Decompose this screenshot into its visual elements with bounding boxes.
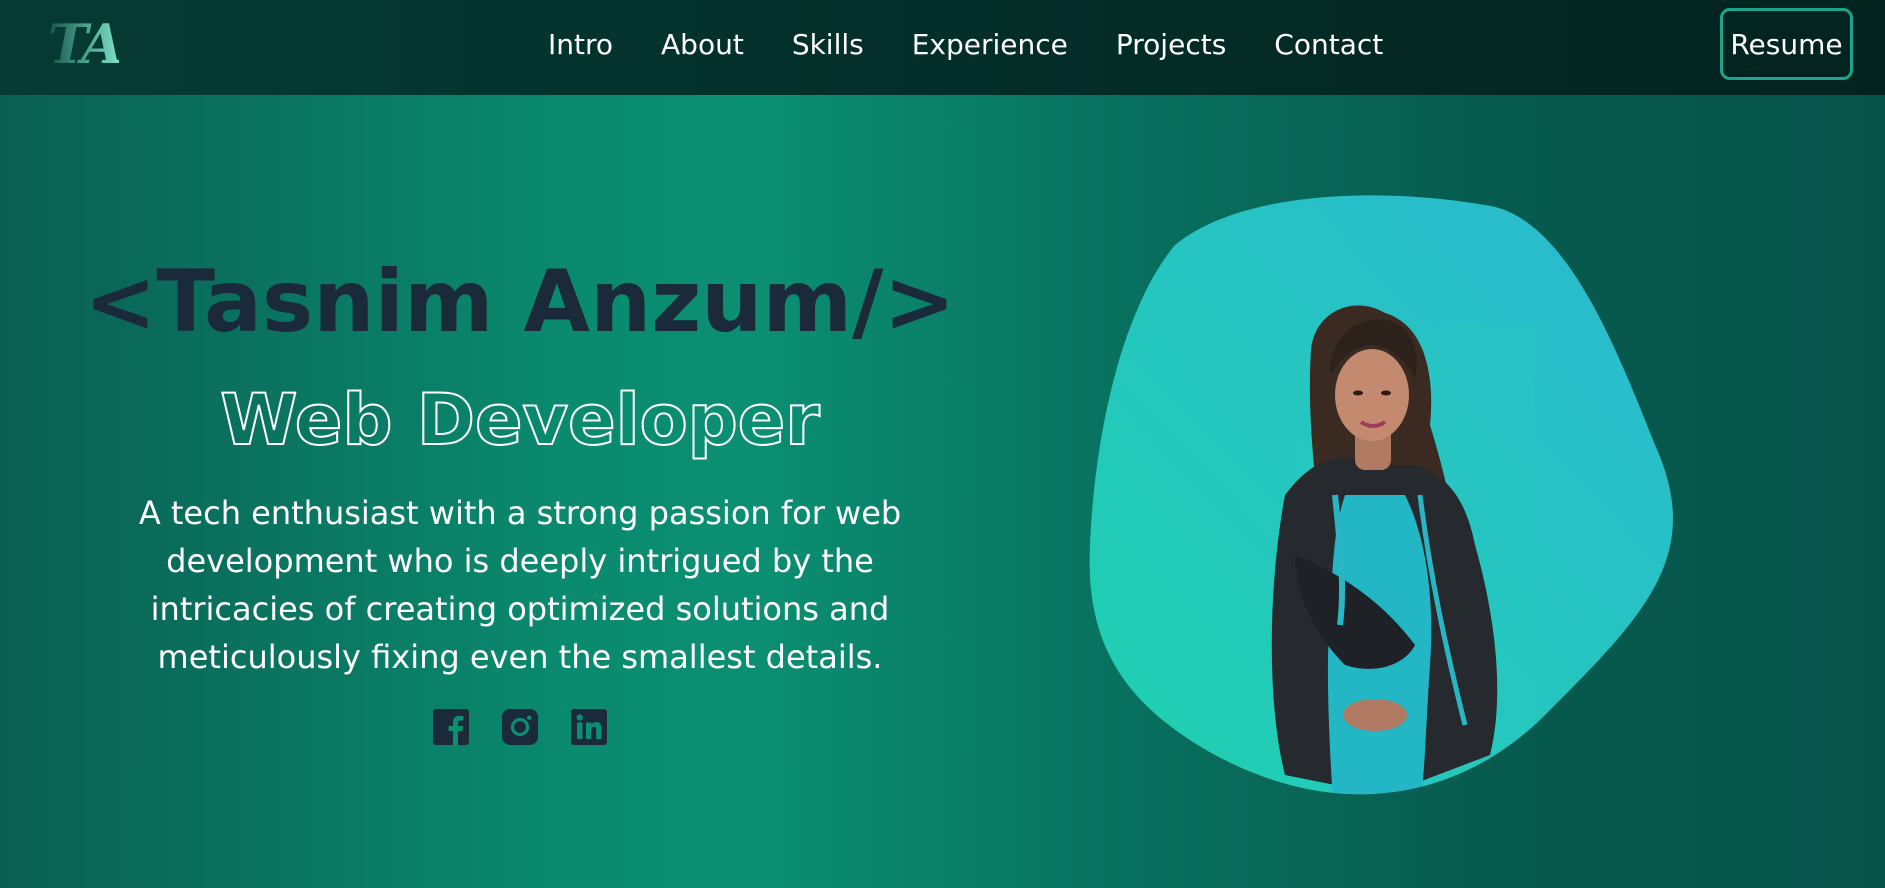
social-links (60, 708, 980, 745)
logo[interactable]: TA (48, 12, 123, 76)
nav-link-skills[interactable]: Skills (792, 28, 864, 61)
nav-links: Intro About Skills Experience Projects C… (548, 28, 1383, 61)
linkedin-icon[interactable] (571, 708, 607, 745)
hero-portrait (1085, 195, 1685, 820)
portrait-blob (1089, 195, 1673, 795)
hero-name: <Tasnim Anzum/> (84, 252, 956, 352)
nav-link-contact[interactable]: Contact (1274, 28, 1383, 61)
nav-link-projects[interactable]: Projects (1116, 28, 1226, 61)
navbar: TA Intro About Skills Experience Project… (0, 0, 1885, 95)
person-silhouette (1271, 305, 1535, 795)
hero-role: Web Developer (219, 378, 821, 461)
hero-intro: <Tasnim Anzum/> Web Developer A tech ent… (60, 255, 980, 745)
nav-link-about[interactable]: About (661, 28, 744, 61)
resume-button[interactable]: Resume (1720, 8, 1853, 80)
instagram-icon[interactable] (502, 708, 538, 745)
hero-bio: A tech enthusiast with a strong passion … (138, 493, 902, 676)
facebook-icon[interactable] (433, 708, 469, 745)
nav-link-intro[interactable]: Intro (548, 28, 613, 61)
nav-link-experience[interactable]: Experience (912, 28, 1068, 61)
